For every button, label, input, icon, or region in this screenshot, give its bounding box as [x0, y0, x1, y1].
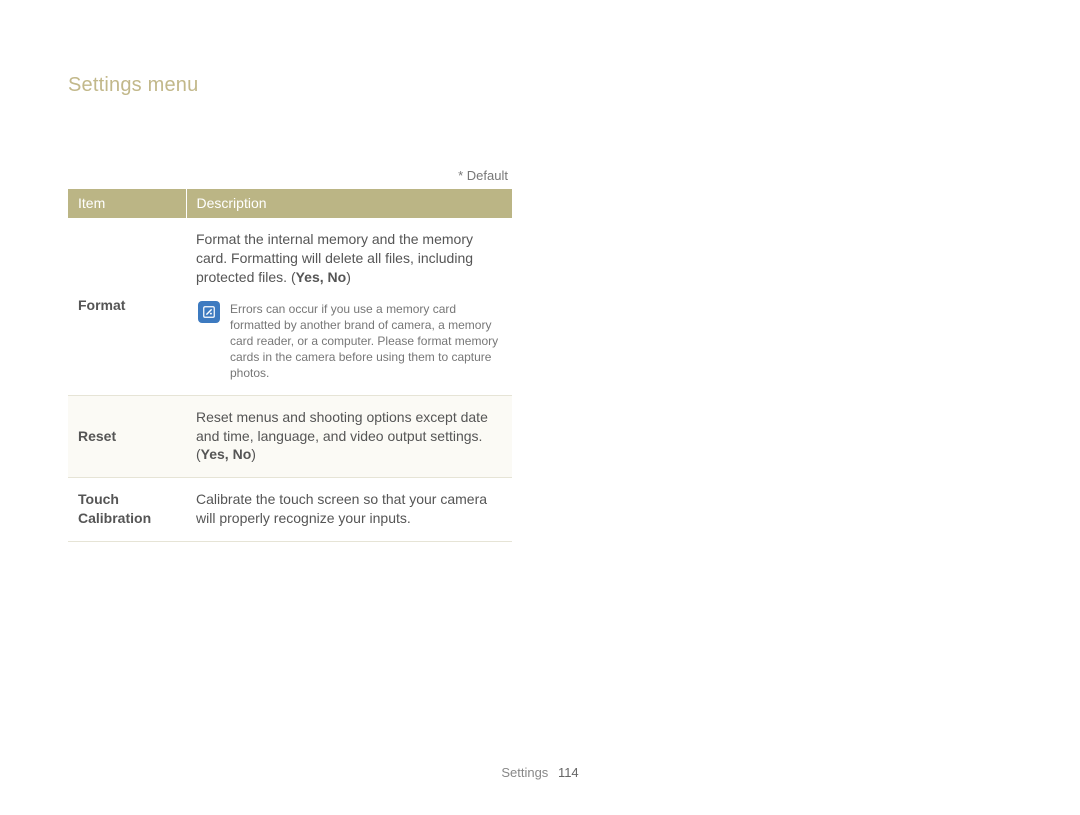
info-icon: [198, 301, 220, 323]
item-reset: Reset: [68, 395, 186, 478]
table-header-desc: Description: [186, 189, 512, 218]
table-row: Format Format the internal memory and th…: [68, 218, 512, 395]
page-title: Settings menu: [68, 74, 198, 97]
note-text: Errors can occur if you use a memory car…: [230, 301, 500, 382]
content-block: * Default Item Description Format Format…: [68, 168, 512, 542]
page-footer: Settings 114: [0, 765, 1080, 780]
yes-no-option: Yes, No: [201, 446, 252, 462]
table-header-item: Item: [68, 189, 186, 218]
item-format: Format: [68, 218, 186, 395]
note-block: Errors can occur if you use a memory car…: [196, 297, 502, 382]
desc-reset: Reset menus and shooting options except …: [186, 395, 512, 478]
desc-close: ): [346, 269, 351, 285]
default-note: * Default: [68, 168, 512, 183]
desc-close: ): [251, 446, 256, 462]
desc-touch-calibration: Calibrate the touch screen so that your …: [186, 478, 512, 542]
table-row: Reset Reset menus and shooting options e…: [68, 395, 512, 478]
footer-section: Settings: [501, 765, 548, 780]
settings-table: Item Description Format Format the inter…: [68, 189, 512, 542]
item-touch-calibration: Touch Calibration: [68, 478, 186, 542]
desc-format: Format the internal memory and the memor…: [186, 218, 512, 395]
yes-no-option: Yes, No: [296, 269, 347, 285]
table-row: Touch Calibration Calibrate the touch sc…: [68, 478, 512, 542]
footer-page-number: 114: [558, 765, 579, 780]
